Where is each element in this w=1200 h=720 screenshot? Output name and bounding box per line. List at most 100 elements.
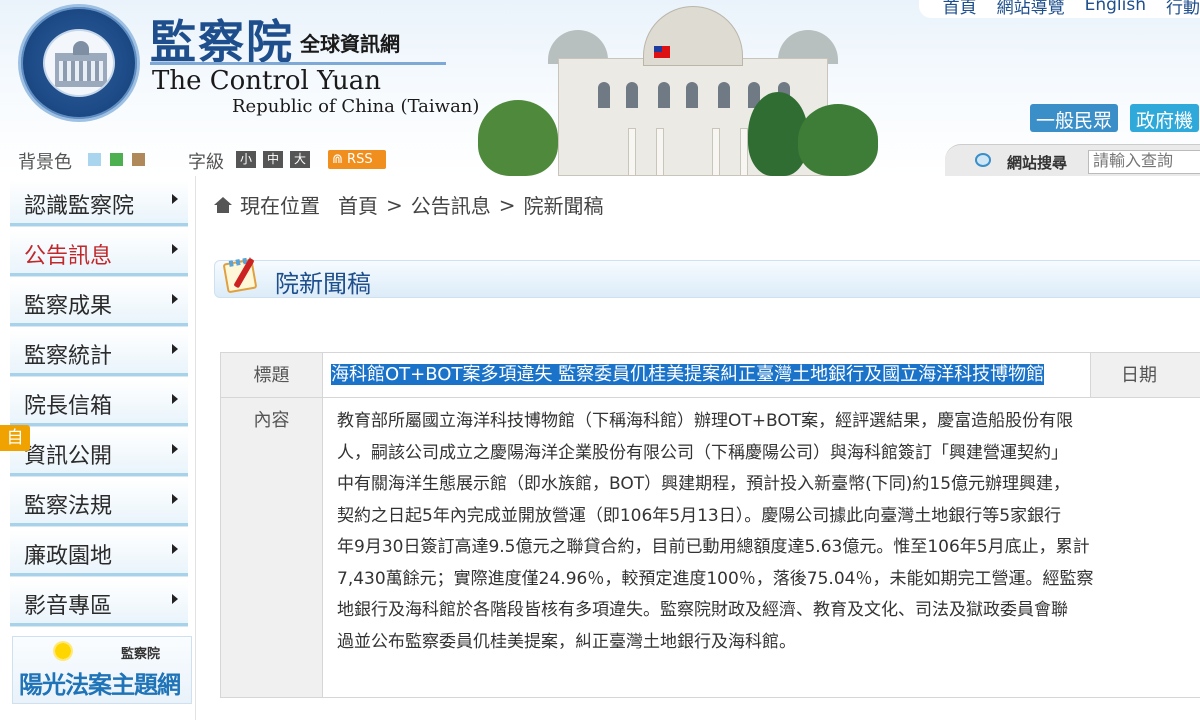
sidebar-item-label: 影音專區 (24, 594, 113, 619)
chevron-right-icon (172, 344, 178, 354)
sidebar-item-regulations[interactable]: 監察法規 (10, 480, 188, 526)
content-line: 地銀行及海科館於各階段皆核有多項違失。監察院財政及經濟、教育及文化、司法及獄政委… (337, 600, 1068, 620)
seal-building-image (43, 29, 115, 97)
search-icon[interactable] (975, 153, 991, 167)
logo-title-english: The Control Yuan (152, 66, 382, 96)
sidebar-item-integrity[interactable]: 廉政園地 (10, 530, 188, 576)
sidebar-item-label: 監察法規 (24, 494, 113, 519)
sidebar-item-label: 資訊公開 (24, 444, 113, 469)
notepad-icon (219, 255, 263, 297)
nav-mobile-link[interactable]: 行動 (1166, 0, 1200, 18)
breadcrumb-separator: > (498, 192, 516, 217)
rss-icon: ⋒ (332, 152, 348, 167)
sidebar-item-information-disclosure[interactable]: 資訊公開 (10, 430, 188, 476)
control-yuan-seal-logo[interactable] (18, 4, 140, 122)
content-cell: 教育部所屬國立海洋科技博物館（下稱海科館）辦理OT+BOT案，經評選結果，慶富造… (322, 397, 1200, 698)
nav-sitemap-link[interactable]: 網站導覽 (997, 0, 1065, 18)
window (626, 82, 638, 108)
column (628, 128, 636, 176)
breadcrumb-separator: > (386, 192, 403, 217)
search-label: 網站搜尋 (1007, 154, 1068, 172)
sidebar-item-label: 公告訊息 (24, 244, 113, 269)
sidebar-item-results[interactable]: 監察成果 (10, 280, 188, 326)
content-line: 中有關海洋生態展示館（即水族館，BOT）興建期程，預計投入新臺幣(下同)約15億… (337, 474, 1071, 494)
rss-button[interactable]: ⋒ RSS (328, 150, 386, 169)
logo-divider (150, 62, 446, 65)
article-title[interactable]: 海科館OT+BOT案多項違失 監察委員仉桂美提案糾正臺灣土地銀行及國立海洋科技博… (331, 364, 1045, 385)
window (658, 82, 670, 108)
floating-self-tab[interactable]: 自 (0, 425, 30, 451)
top-navigation: 首頁 網站導覽 English 行動 (918, 0, 1200, 18)
font-size-small-button[interactable]: 小 (236, 151, 256, 168)
content-label: 內容 (220, 397, 323, 698)
content-line: 7,430萬餘元；實際進度僅24.96％，較預定進度100％，落後75.04％，… (337, 568, 1094, 589)
sidebar-item-label: 監察成果 (24, 294, 113, 319)
content-line: 教育部所屬國立海洋科技博物館（下稱海科館）辦理OT+BOT案，經評選結果，慶富造… (337, 411, 1074, 431)
content-line: 過並公布監察委員仉桂美提案，糾正臺灣土地銀行及海科館。 (337, 631, 796, 652)
home-icon (214, 196, 232, 213)
seal-building-icon (55, 41, 107, 87)
breadcrumb-current: 院新聞稿 (523, 194, 604, 218)
window (598, 82, 610, 108)
nav-english-link[interactable]: English (1085, 0, 1146, 15)
column (656, 128, 664, 176)
search-input[interactable] (1088, 150, 1200, 174)
content-line: 契約之日起5年內完成並開放營運（即106年5月13日）。慶陽公司據此向臺灣土地銀… (337, 505, 1062, 526)
title-label: 標題 (220, 352, 323, 398)
sidebar-item-president-mailbox[interactable]: 院長信箱 (10, 380, 188, 426)
sidebar-item-label: 廉政園地 (24, 544, 113, 569)
sidebar-item-label: 認識監察院 (24, 194, 135, 219)
sunshine-act-banner[interactable]: 監察院 陽光法案主題網 (12, 636, 192, 704)
breadcrumb-home-link[interactable]: 首頁 (338, 190, 378, 219)
sidebar-item-statistics[interactable]: 監察統計 (10, 330, 188, 376)
window (718, 82, 730, 108)
press-release-table: 標題 海科館OT+BOT案多項違失 監察委員仉桂美提案糾正臺灣土地銀行及國立海洋… (220, 352, 1200, 698)
bg-color-green-swatch[interactable] (110, 153, 123, 166)
site-header: 監察院 全球資訊網 The Control Yuan Republic of C… (0, 0, 1200, 176)
window (686, 82, 698, 108)
breadcrumb: 現在位置 首頁 > 公告訊息 > 院新聞稿 (214, 190, 604, 219)
content-line: 人，嗣該公司成立之慶陽海洋企業股份有限公司（下稱慶陽公司）與海科館簽訂「興建營運… (337, 442, 1068, 463)
chevron-right-icon (172, 244, 178, 254)
bg-color-blue-swatch[interactable] (88, 153, 101, 166)
rss-label: RSS (347, 152, 373, 167)
control-yuan-building-image (478, 0, 888, 176)
bg-color-brown-swatch[interactable] (132, 153, 145, 166)
audience-government-button[interactable]: 政府機 (1130, 104, 1200, 132)
sidebar-item-about[interactable]: 認識監察院 (10, 180, 188, 226)
page-title: 院新聞稿 (275, 270, 371, 298)
section-header: 院新聞稿 (214, 257, 1200, 298)
nav-home-link[interactable]: 首頁 (943, 0, 977, 18)
chevron-right-icon (172, 444, 178, 454)
tree-decoration (798, 104, 878, 176)
audience-public-button[interactable]: 一般民眾 (1030, 104, 1119, 132)
content-row: 內容 教育部所屬國立海洋科技博物館（下稱海科館）辦理OT+BOT案，經評選結果，… (220, 397, 1200, 698)
chevron-right-icon (172, 544, 178, 554)
banner-title: 陽光法案主題網 (19, 671, 181, 699)
flag-icon (654, 46, 670, 58)
breadcrumb-prefix: 現在位置 (240, 194, 320, 218)
chevron-right-icon (172, 294, 178, 304)
title-cell: 海科館OT+BOT案多項違失 監察委員仉桂美提案糾正臺灣土地銀行及國立海洋科技博… (322, 352, 1091, 398)
chevron-right-icon (172, 494, 178, 504)
chevron-right-icon (172, 194, 178, 204)
sun-icon (53, 641, 73, 661)
title-row: 標題 海科館OT+BOT案多項違失 監察委員仉桂美提案糾正臺灣土地銀行及國立海洋… (220, 352, 1200, 398)
sidebar-item-label: 監察統計 (24, 344, 113, 369)
background-color-label: 背景色 (18, 152, 72, 173)
sidebar-item-label: 院長信箱 (24, 394, 113, 419)
content-line: 年9月30日簽訂高達9.5億元之聯貸合約，目前已動用總額度達5.63億元。惟至1… (337, 537, 1090, 557)
column (740, 128, 748, 176)
font-size-label: 字級 (188, 152, 224, 173)
column (712, 128, 720, 176)
chevron-right-icon (172, 394, 178, 404)
chevron-right-icon (172, 594, 178, 604)
banner-org-label: 監察院 (121, 647, 161, 662)
sidebar-item-media[interactable]: 影音專區 (10, 580, 188, 626)
date-label: 日期 (1090, 352, 1200, 398)
breadcrumb-announcements-link[interactable]: 公告訊息 (411, 190, 491, 219)
sidebar-item-announcements[interactable]: 公告訊息 (10, 230, 188, 276)
main-content: 現在位置 首頁 > 公告訊息 > 院新聞稿 院新聞稿 標題 海科館OT+BOT案… (196, 176, 1200, 720)
font-size-large-button[interactable]: 大 (290, 151, 310, 168)
font-size-medium-button[interactable]: 中 (263, 151, 283, 168)
